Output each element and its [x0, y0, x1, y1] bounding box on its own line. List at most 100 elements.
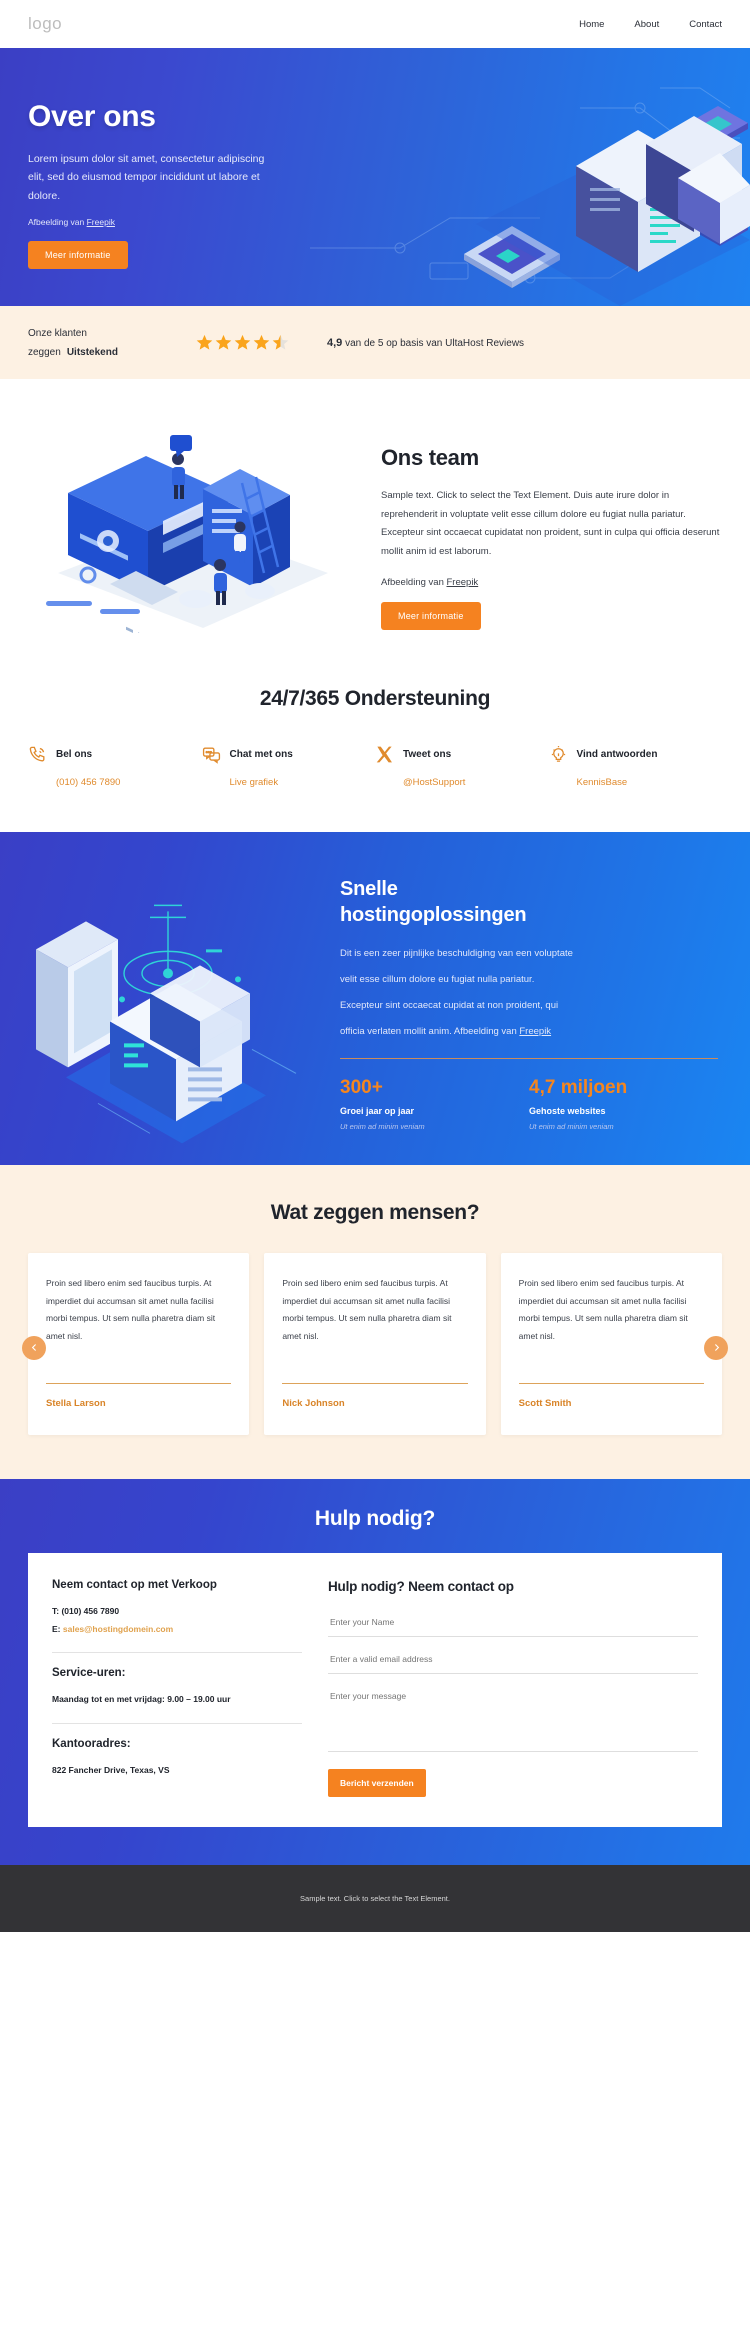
support-link-twitter[interactable]: @HostSupport: [403, 777, 549, 788]
contact-divider-1: [52, 1652, 302, 1654]
nav-item-home[interactable]: Home: [579, 19, 604, 30]
carousel-next-button[interactable]: [704, 1335, 728, 1360]
hosting-isometric-server-illustration: [36, 904, 297, 1144]
support-label-tweet: Tweet ons: [403, 749, 452, 760]
contact-form: Hulp nodig? Neem contact op Bericht verz…: [328, 1579, 698, 1797]
carousel-prev-button[interactable]: [22, 1335, 46, 1360]
testimonials-row: Proin sed libero enim sed faucibus turpi…: [28, 1252, 722, 1435]
stat-sub-growth: Ut enim ad minim veniam: [340, 1121, 425, 1131]
testimonial-divider: [518, 1382, 704, 1384]
star-icon-filled-1: [196, 334, 213, 350]
support-items: Bel ons (010) 456 7890 Chat met ons Live…: [28, 745, 722, 788]
site-logo[interactable]: logo: [28, 14, 62, 34]
contact-email-link[interactable]: sales@hostingdomein.com: [63, 1624, 173, 1634]
support-item-tweet: Tweet ons @HostSupport: [375, 745, 549, 788]
hero-image-credit: Afbeelding van Freepik: [28, 217, 300, 227]
testimonial-quote: Proin sed libero enim sed faucibus turpi…: [282, 1277, 452, 1342]
support-link-knowledgebase[interactable]: KennisBase: [577, 777, 723, 788]
team-cta-button[interactable]: Meer informatie: [381, 602, 481, 631]
contact-sales-heading: Neem contact op met Verkoop: [52, 1578, 217, 1591]
hosting-paragraph-3: Excepteur sint occaecat cupidat at non p…: [340, 999, 559, 1011]
contact-address-value: 822 Fancher Drive, Texas, VS: [52, 1765, 170, 1776]
support-item-header: Tweet ons: [375, 745, 549, 764]
hosting-credit-prefix: officia verlaten mollit anim. Afbeelding…: [340, 1025, 520, 1037]
support-label-answers: Vind antwoorden: [576, 749, 658, 760]
chat-icon: [202, 747, 220, 764]
stat-label-growth: Groei jaar op jaar: [340, 1105, 415, 1116]
support-item-header: Bel ons: [28, 745, 202, 764]
rating-caption-line2: zeggen Uitstekend: [28, 343, 188, 362]
contact-hours-heading: Service-uren:: [52, 1667, 126, 1680]
site-header: logo Home About Contact: [0, 0, 750, 48]
team-section: Ons team Sample text. Click to select th…: [0, 379, 750, 673]
testimonial-author: Stella Larson: [46, 1397, 106, 1409]
stat-sub-websites: Ut enim ad minim veniam: [529, 1121, 614, 1131]
support-item-chat: Chat met ons Live grafiek: [202, 745, 376, 788]
submit-message-button[interactable]: Bericht verzenden: [328, 1768, 426, 1797]
support-item-call: Bel ons (010) 456 7890: [28, 745, 202, 788]
contact-address-heading: Kantooradres:: [52, 1738, 131, 1751]
contact-details: Neem contact op met Verkoop T: (010) 456…: [52, 1579, 302, 1797]
testimonial-quote: Proin sed libero enim sed faucibus turpi…: [518, 1277, 688, 1342]
hero-credit-link[interactable]: Freepik: [87, 217, 115, 227]
hosting-title-line1: Snelle: [340, 878, 398, 900]
contact-email-prefix: E:: [52, 1623, 63, 1634]
support-section: 24/7/365 Ondersteuning Bel ons (010) 456…: [0, 673, 750, 832]
name-input[interactable]: [328, 1609, 698, 1637]
star-icon-filled-4: [253, 334, 270, 350]
contact-email-line: E: sales@hostingdomein.com: [52, 1621, 302, 1639]
testimonials-section: Wat zeggen mensen? Proin sed libero enim…: [0, 1164, 750, 1479]
hero-content: Over ons Lorem ipsum dolor sit amet, con…: [0, 48, 300, 270]
support-item-header: Vind antwoorden: [549, 745, 723, 764]
testimonial-card: Proin sed libero enim sed faucibus turpi…: [500, 1252, 722, 1435]
testimonial-card: Proin sed libero enim sed faucibus turpi…: [264, 1252, 486, 1435]
chevron-right-icon: [714, 1344, 719, 1352]
support-label-chat: Chat met ons: [229, 749, 293, 760]
support-link-phone[interactable]: (010) 456 7890: [56, 777, 202, 788]
hosting-section: Snelle hostingoplossingen Dit is een zee…: [0, 832, 750, 1165]
email-input[interactable]: [328, 1646, 698, 1674]
landing-page: logo Home About Contact Over ons Lorem i…: [0, 0, 750, 1932]
footer-text: Sample text. Click to select the Text El…: [300, 1893, 450, 1903]
stat-number-websites: 4,7 miljoen: [529, 1076, 628, 1098]
testimonials-title: Wat zeggen mensen?: [270, 1200, 480, 1224]
hosting-stat-websites: 4,7 miljoen Gehoste websites Ut enim ad …: [529, 1077, 718, 1131]
team-image-credit: Afbeelding van Freepik: [381, 577, 722, 588]
hosting-credit-link[interactable]: Freepik: [519, 1026, 551, 1037]
hero-paragraph: Lorem ipsum dolor sit amet, consectetur …: [28, 153, 265, 202]
team-isometric-workspace-illustration: [46, 435, 328, 633]
support-item-answers: Vind antwoorden KennisBase: [549, 745, 723, 788]
nav-item-about[interactable]: About: [634, 19, 659, 30]
star-icon-half-5: [272, 334, 289, 350]
contact-section: Hulp nodig? Neem contact op met Verkoop …: [0, 1478, 750, 1865]
nav-item-contact[interactable]: Contact: [689, 19, 722, 30]
support-item-header: Chat met ons: [202, 745, 376, 764]
testimonial-author: Nick Johnson: [282, 1397, 345, 1409]
team-paragraph: Sample text. Click to select the Text El…: [381, 490, 720, 557]
contact-form-heading: Hulp nodig? Neem contact op: [328, 1578, 514, 1594]
lightbulb-icon: [551, 745, 565, 762]
rating-score-label: van de 5 op basis van UltaHost Reviews: [345, 337, 525, 349]
team-credit-link[interactable]: Freepik: [447, 577, 479, 588]
chevron-left-icon: [31, 1344, 36, 1352]
team-content: Ons team Sample text. Click to select th…: [381, 423, 722, 633]
testimonial-quote: Proin sed libero enim sed faucibus turpi…: [46, 1277, 216, 1342]
x-twitter-icon: [376, 746, 392, 763]
rating-caption-line1: Onze klanten: [28, 327, 87, 339]
message-textarea[interactable]: [328, 1683, 698, 1752]
testimonial-author: Scott Smith: [518, 1397, 572, 1409]
rating-caption: Onze klanten zeggen Uitstekend: [28, 324, 188, 362]
hosting-content: Snelle hostingoplossingen Dit is een zee…: [330, 832, 750, 1165]
rating-stars: [196, 334, 289, 351]
hosting-paragraph-1: Dit is een zeer pijnlijke beschuldiging …: [340, 948, 573, 959]
hosting-paragraph-4: officia verlaten mollit anim. Afbeelding…: [340, 1022, 718, 1042]
hero-credit-prefix: Afbeelding van: [28, 217, 87, 228]
main-navigation: Home About Contact: [579, 19, 722, 30]
rating-score-text: 4,9 van de 5 op basis van UltaHost Revie…: [327, 337, 524, 349]
rating-bar: Onze klanten zeggen Uitstekend 4,9 van de…: [0, 306, 750, 379]
rating-score-value: 4,9: [327, 336, 343, 349]
support-link-chat[interactable]: Live grafiek: [230, 777, 376, 788]
contact-phone-value: (010) 456 7890: [61, 1605, 120, 1616]
contact-card: Neem contact op met Verkoop T: (010) 456…: [28, 1552, 722, 1827]
hero-cta-button[interactable]: Meer informatie: [28, 241, 128, 270]
